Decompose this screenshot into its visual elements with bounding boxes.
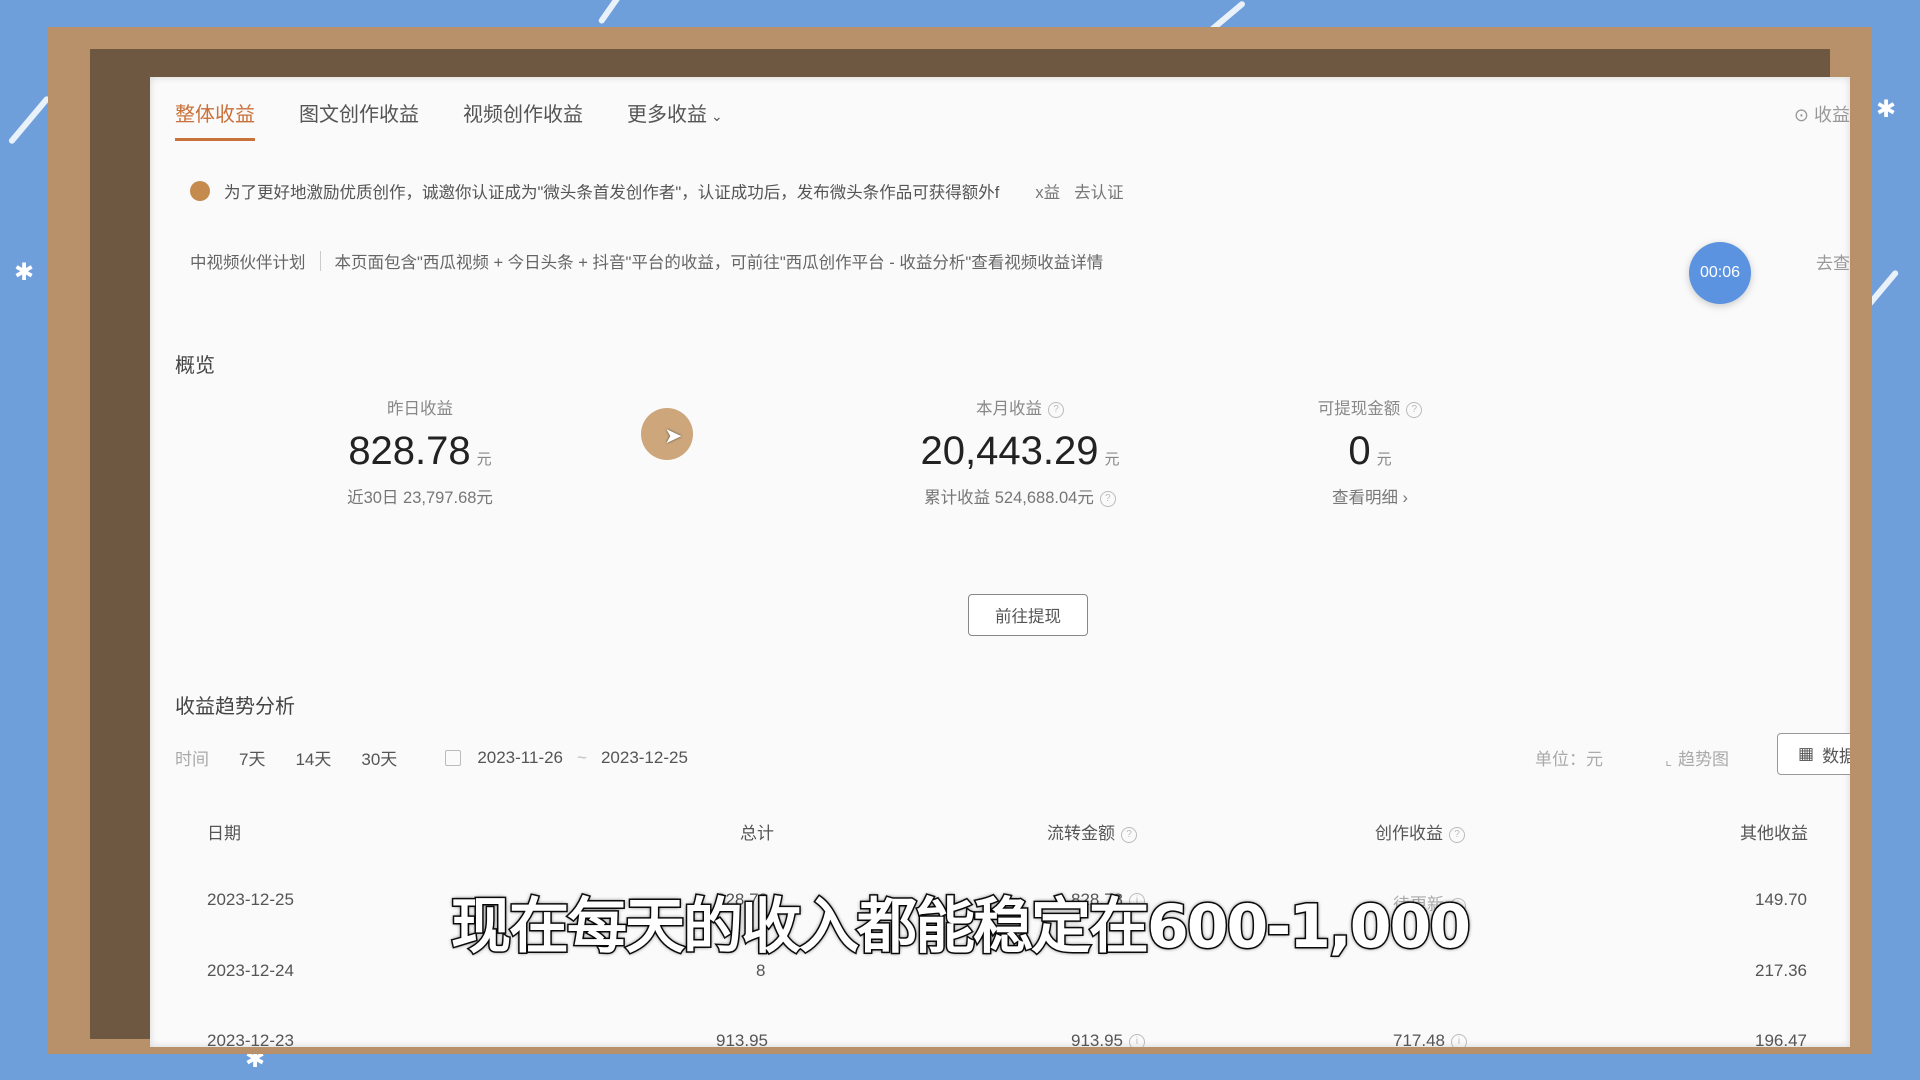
stat-label-row: 可提现金额? xyxy=(1250,395,1490,419)
time-label: 时间 xyxy=(175,750,209,769)
stat-label: 昨日收益 xyxy=(387,400,453,418)
cell-date: 2023-12-23 xyxy=(207,1031,294,1047)
calendar-icon[interactable] xyxy=(445,749,462,766)
cell-other: 196.47 xyxy=(1755,1031,1807,1047)
divider xyxy=(319,251,321,271)
stat-yesterday: 昨日收益 828.78 元 近30日 23,797.68元 xyxy=(300,395,540,508)
cell-flow: 913.95 i xyxy=(1071,1031,1145,1047)
stat-unit: 元 xyxy=(1104,451,1120,468)
tab-article-earnings[interactable]: 图文创作收益 xyxy=(299,88,419,137)
trend-chart-toggle[interactable]: ⌞ 趋势图 xyxy=(1665,745,1729,770)
cell-creation: 717.48 i xyxy=(1393,1031,1467,1047)
cell-total: 913.95 xyxy=(716,1031,768,1047)
stat-value-row: 20,443.29 元 xyxy=(870,429,1170,474)
earnings-settings-link[interactable]: ⊙ 收益 xyxy=(1794,101,1850,127)
date-end[interactable]: 2023-12-25 xyxy=(601,748,688,768)
chevron-down-icon: ⌄ xyxy=(711,107,723,124)
certification-notice: 为了更好地激励优质创作，诚邀你认证成为"微头条首发创作者"，认证成功后，发布微头… xyxy=(190,179,1124,203)
help-icon[interactable]: ? xyxy=(1099,490,1116,507)
time-filter-bar: 时间 7天 14天 30天 2023-11-26 ~ 2023-12-25 xyxy=(175,745,688,770)
col-header-creation: 创作收益? xyxy=(1375,819,1465,844)
certify-link[interactable]: 去认证 xyxy=(1074,179,1124,203)
tab-label: 视频创作收益 xyxy=(463,103,583,126)
decor-streak xyxy=(597,0,637,25)
cell-value: 913.95 xyxy=(1071,1031,1123,1047)
stat-sub: 累计收益 524,688.04元 xyxy=(924,489,1094,507)
view-tools: 单位：元 ⌞ 趋势图 xyxy=(1535,745,1729,770)
cursor-arrow-icon: ➤ xyxy=(664,423,683,448)
header-label: 流转金额 xyxy=(1047,824,1115,843)
partner-plan-bar: 中视频伙伴计划 本页面包含"西瓜视频 + 今日头条 + 抖音"平台的收益，可前往… xyxy=(190,249,1103,273)
range-14-days[interactable]: 14天 xyxy=(295,745,331,770)
stat-value: 828.78 xyxy=(348,429,471,473)
stat-label: 本月收益 xyxy=(976,400,1042,418)
cell-value: 717.48 xyxy=(1393,1031,1445,1047)
col-header-other: 其他收益 xyxy=(1740,824,1808,843)
stat-value: 0 xyxy=(1348,429,1371,473)
data-list-label: 数据列 xyxy=(1822,746,1850,766)
video-subtitle: 现在每天的收入都能稳定在600-1,000 xyxy=(450,891,1473,964)
help-icon[interactable]: ? xyxy=(1048,401,1064,418)
tab-label: 整体收益 xyxy=(175,103,255,126)
date-start[interactable]: 2023-11-26 xyxy=(477,748,563,768)
range-7-days[interactable]: 7天 xyxy=(239,745,265,770)
stat-sub: 近30日 23,797.68元 xyxy=(347,489,493,507)
plan-text: 本页面包含"西瓜视频 + 今日头条 + 抖音"平台的收益，可前往"西瓜创作平台 … xyxy=(334,254,1104,272)
trend-chart-label: 趋势图 xyxy=(1678,750,1730,769)
withdraw-button[interactable]: 前往提现 xyxy=(968,594,1088,636)
stat-sub-row: 累计收益 524,688.04元? xyxy=(870,484,1170,508)
header-label: 创作收益 xyxy=(1375,824,1443,843)
notice-text: 为了更好地激励优质创作，诚邀你认证成为"微头条首发创作者"，认证成功后，发布微头… xyxy=(224,184,1000,202)
tab-more-earnings[interactable]: 更多收益 ⌄ xyxy=(627,88,723,137)
help-icon[interactable]: ? xyxy=(1121,826,1137,843)
stat-unit: 元 xyxy=(476,451,492,468)
decor-streak xyxy=(7,95,51,145)
help-icon[interactable]: ? xyxy=(1406,401,1423,418)
stat-value-row: 0元 xyxy=(1250,429,1490,474)
data-list-toggle[interactable]: ▦ 数据列 xyxy=(1777,733,1850,775)
info-icon[interactable]: i xyxy=(1129,1033,1145,1047)
stat-label-row: 本月收益? xyxy=(870,395,1170,419)
col-header-total: 总计 xyxy=(740,824,774,843)
view-details-link[interactable]: 查看明细 › xyxy=(1250,484,1490,508)
col-header-flow: 流转金额? xyxy=(1047,819,1137,844)
tab-overall-earnings[interactable]: 整体收益 xyxy=(175,88,255,141)
decor-leaf: ✱ xyxy=(14,259,35,286)
timer-badge: 00:06 xyxy=(1689,242,1751,304)
trend-heading: 收益趋势分析 xyxy=(175,696,295,718)
stat-unit: 元 xyxy=(1376,451,1392,468)
notice-icon xyxy=(190,181,210,201)
tab-bar: 整体收益 图文创作收益 视频创作收益 更多收益 ⌄ xyxy=(175,77,723,147)
stat-withdrawable: 可提现金额? 0元 查看明细 › xyxy=(1250,395,1490,508)
info-icon[interactable]: i xyxy=(1451,1033,1467,1047)
range-30-days[interactable]: 30天 xyxy=(361,745,397,770)
stat-value: 20,443.29 xyxy=(920,429,1099,473)
notice-text-partial: x益 xyxy=(1035,184,1061,202)
stat-label: 可提现金额 xyxy=(1317,400,1401,418)
stat-month: 本月收益? 20,443.29 元 累计收益 524,688.04元? xyxy=(870,395,1170,508)
overview-heading: 概览 xyxy=(175,355,215,377)
table-icon: ▦ xyxy=(1798,744,1815,763)
stat-value-row: 828.78 元 xyxy=(300,429,540,474)
unit-label: 单位：元 xyxy=(1535,750,1603,769)
date-separator: ~ xyxy=(577,747,587,767)
tab-label: 图文创作收益 xyxy=(299,103,419,126)
decor-leaf: ✱ xyxy=(1876,96,1897,123)
trend-chart-icon: ⌞ xyxy=(1665,752,1673,769)
plan-name: 中视频伙伴计划 xyxy=(190,254,306,272)
col-header-date: 日期 xyxy=(207,824,241,843)
help-icon[interactable]: ? xyxy=(1449,826,1465,843)
plan-view-link[interactable]: 去查 xyxy=(1816,249,1850,274)
tab-label: 更多收益 xyxy=(627,103,707,126)
tab-video-earnings[interactable]: 视频创作收益 xyxy=(463,88,583,137)
